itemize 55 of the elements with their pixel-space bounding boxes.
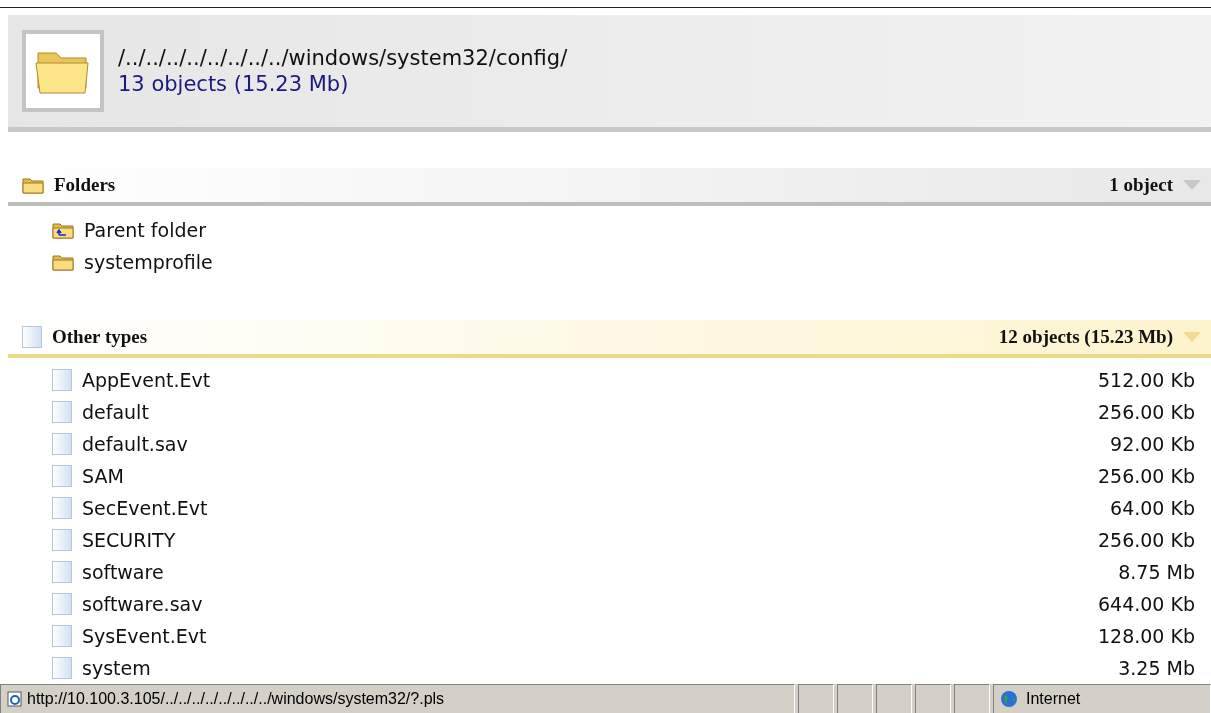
file-size: 256.00 Kb <box>1097 401 1195 423</box>
caret-icon[interactable] <box>1183 180 1201 190</box>
file-name[interactable]: default <box>82 401 1088 423</box>
folder-icon <box>52 253 74 271</box>
file-icon <box>52 529 72 551</box>
file-icon <box>52 401 72 423</box>
file-name[interactable]: software <box>82 561 1109 583</box>
section-header[interactable]: Folders 1 object <box>8 168 1211 206</box>
file-name[interactable]: system <box>82 657 1109 679</box>
file-size: 8.75 Mb <box>1118 561 1195 583</box>
status-pane <box>798 684 834 713</box>
folder-name[interactable]: Parent folder <box>84 219 1211 241</box>
security-zone: Internet <box>1026 690 1081 708</box>
file-name[interactable]: default.sav <box>82 433 1101 455</box>
file-icon <box>52 657 72 679</box>
file-size: 512.00 Kb <box>1097 369 1195 391</box>
file-icon <box>52 625 72 647</box>
status-pane <box>915 684 951 713</box>
file-icon <box>22 326 42 348</box>
section-title: Folders <box>54 174 117 196</box>
file-icon <box>52 561 72 583</box>
file-size: 256.00 Kb <box>1097 465 1195 487</box>
section-count: 1 object <box>1109 174 1173 196</box>
page-icon <box>7 691 23 707</box>
file-name[interactable]: SecEvent.Evt <box>82 497 1101 519</box>
file-icon <box>52 433 72 455</box>
file-size: 92.00 Kb <box>1110 433 1195 455</box>
file-icon <box>52 497 72 519</box>
status-pane <box>837 684 873 713</box>
file-name[interactable]: SECURITY <box>82 529 1088 551</box>
section-title: Other types <box>52 326 149 348</box>
status-pane <box>876 684 912 713</box>
file-size: 256.00 Kb <box>1097 529 1195 551</box>
status-pane <box>954 684 990 713</box>
file-size: 128.00 Kb <box>1097 625 1195 647</box>
file-icon <box>52 465 72 487</box>
status-url: http://10.100.3.105/../../../../../../../../windows/system32/?.pls <box>27 690 445 708</box>
folder-name[interactable]: systemprofile <box>84 251 1211 273</box>
section-header[interactable]: Other types 12 objects (15.23 Mb) <box>8 320 1211 358</box>
folder-icon <box>22 176 44 194</box>
file-size: 64.00 Kb <box>1110 497 1195 519</box>
folder-path: /../../../../../../../../windows/system32/config/ <box>118 46 568 70</box>
file-size: 3.25 Mb <box>1118 657 1195 679</box>
file-name[interactable]: AppEvent.Evt <box>82 369 1088 391</box>
file-name[interactable]: SysEvent.Evt <box>82 625 1088 647</box>
globe-icon <box>1000 690 1018 708</box>
parent-folder-icon <box>52 221 74 239</box>
file-name[interactable]: software.sav <box>82 593 1088 615</box>
object-summary: 13 objects (15.23 Mb) <box>118 72 350 96</box>
section-count: 12 objects (15.23 Mb) <box>998 326 1173 348</box>
file-icon <box>52 369 72 391</box>
file-icon <box>52 593 72 615</box>
caret-icon[interactable] <box>1183 332 1201 342</box>
file-size: 644.00 Kb <box>1097 593 1195 615</box>
file-name[interactable]: SAM <box>82 465 1088 487</box>
